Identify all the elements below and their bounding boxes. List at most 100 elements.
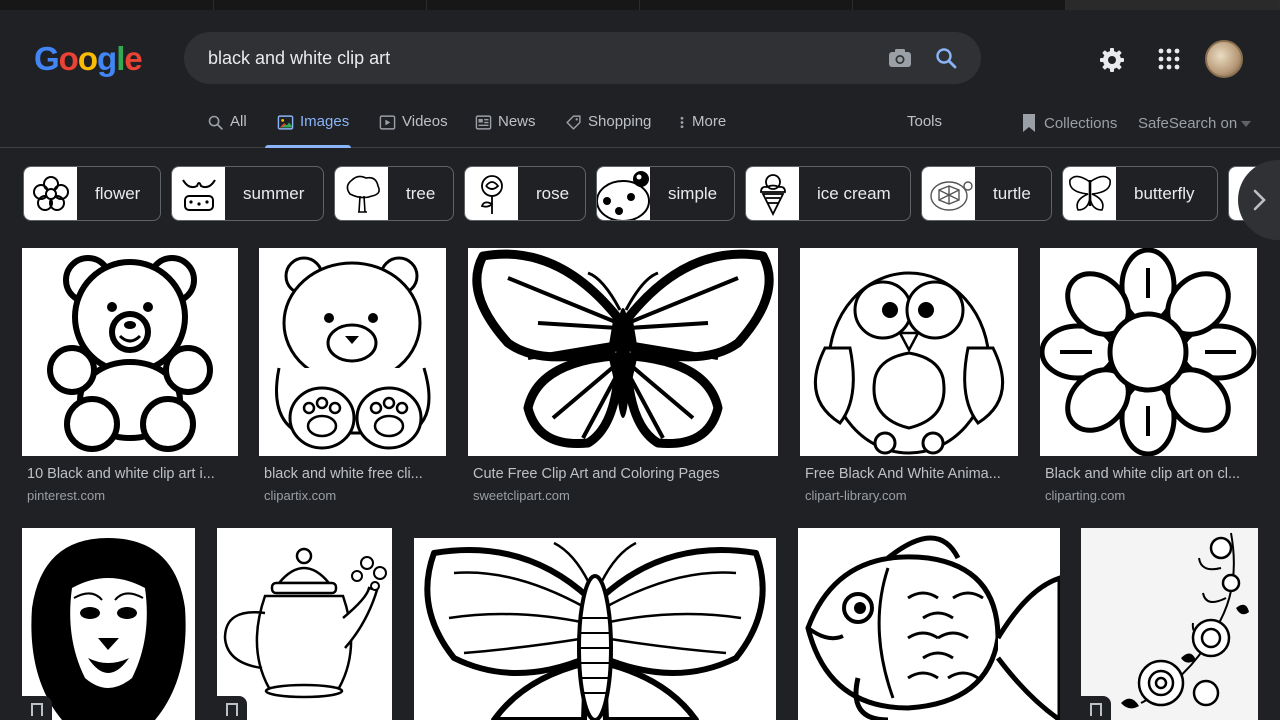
- image-result[interactable]: [1081, 528, 1258, 720]
- chip-label: ice cream: [817, 183, 891, 203]
- news-icon: [475, 115, 492, 130]
- tab-shopping[interactable]: Shopping: [565, 108, 651, 148]
- result-thumbnail[interactable]: [798, 528, 1060, 720]
- swimsuit-icon: [181, 178, 216, 211]
- safesearch-label: SafeSearch on: [1138, 115, 1238, 132]
- google-logo[interactable]: Google: [34, 40, 143, 78]
- tab-all[interactable]: All: [207, 108, 257, 148]
- result-title[interactable]: black and white free cli...: [264, 466, 444, 482]
- tab-label: All: [230, 113, 247, 130]
- chip-label: turtle: [993, 183, 1031, 203]
- result-source[interactable]: clipartix.com: [264, 488, 336, 503]
- result-thumbnail[interactable]: [800, 248, 1018, 456]
- save-badge[interactable]: [1081, 696, 1111, 720]
- browser-tab[interactable]: [214, 0, 427, 10]
- image-result[interactable]: black and white free cli... clipartix.co…: [259, 248, 446, 508]
- chip-thumbnail: [24, 167, 77, 220]
- chip-summer[interactable]: summer: [171, 166, 324, 221]
- image-result[interactable]: [22, 528, 195, 720]
- result-title[interactable]: Cute Free Clip Art and Coloring Pages: [473, 466, 773, 482]
- tab-label: Shopping: [588, 113, 652, 130]
- turtle-icon: [929, 180, 973, 211]
- chip-flower[interactable]: flower: [23, 166, 161, 221]
- image-result[interactable]: [798, 528, 1060, 720]
- browser-tab-active[interactable]: [1066, 0, 1280, 10]
- search-input[interactable]: [208, 32, 848, 84]
- image-result[interactable]: [217, 528, 392, 720]
- result-thumbnail[interactable]: [468, 248, 778, 456]
- logo-letter: g: [97, 40, 117, 77]
- tab-videos[interactable]: Videos: [379, 108, 448, 148]
- chip-ice-cream[interactable]: ice cream: [745, 166, 911, 221]
- safesearch-dropdown[interactable]: SafeSearch on: [1138, 115, 1252, 132]
- result-title[interactable]: Free Black And White Anima...: [805, 466, 1015, 482]
- header: Google All Images Videos News Shopping: [0, 10, 1280, 148]
- browser-tab[interactable]: [427, 0, 640, 10]
- image-result[interactable]: Free Black And White Anima... clipart-li…: [800, 248, 1018, 508]
- owl-image: [813, 271, 1005, 455]
- result-title[interactable]: 10 Black and white clip art i...: [27, 466, 233, 482]
- collections-button[interactable]: Collections: [1020, 113, 1117, 133]
- result-thumbnail[interactable]: [259, 248, 446, 456]
- result-source[interactable]: sweetclipart.com: [473, 488, 570, 503]
- logo-letter: o: [58, 40, 79, 77]
- teddy-bear-image: [47, 255, 213, 452]
- result-source[interactable]: pinterest.com: [27, 488, 105, 503]
- ladybug-icon: [597, 171, 650, 220]
- result-thumbnail[interactable]: [22, 248, 238, 456]
- result-thumbnail[interactable]: [217, 528, 392, 720]
- roses-border-image: [1081, 528, 1258, 720]
- avatar[interactable]: [1205, 40, 1243, 78]
- camera-icon[interactable]: [887, 46, 913, 70]
- save-badge[interactable]: [217, 696, 247, 720]
- chip-thumbnail: [172, 167, 225, 220]
- tab-label: News: [498, 113, 536, 130]
- result-thumbnail[interactable]: [1081, 528, 1258, 720]
- chip-thumbnail: [922, 167, 975, 220]
- result-thumbnail[interactable]: [414, 538, 776, 720]
- chip-label: rose: [536, 183, 570, 203]
- browser-tab-strip: [0, 0, 1280, 10]
- kebab-icon: [680, 116, 684, 129]
- chip-thumbnail: [335, 167, 388, 220]
- browser-tab[interactable]: [640, 0, 853, 10]
- search-icon[interactable]: [934, 46, 958, 70]
- tab-images[interactable]: Images: [265, 108, 351, 148]
- flower-icon: [32, 175, 69, 211]
- butterfly-outline-image: [424, 541, 766, 720]
- result-title[interactable]: Black and white clip art on cl...: [1045, 466, 1255, 482]
- result-thumbnail[interactable]: [22, 528, 195, 720]
- chip-tree[interactable]: tree: [334, 166, 454, 221]
- search-box: [184, 32, 981, 84]
- image-result[interactable]: 10 Black and white clip art i... pintere…: [22, 248, 238, 508]
- chip-simple[interactable]: simple: [596, 166, 735, 221]
- ice-cream-icon: [759, 173, 786, 216]
- image-result[interactable]: Cute Free Clip Art and Coloring Pages sw…: [468, 248, 778, 508]
- collections-label: Collections: [1044, 114, 1118, 132]
- tab-news[interactable]: News: [475, 108, 536, 148]
- chip-thumbnail: [465, 167, 518, 220]
- apps-grid-icon[interactable]: [1157, 47, 1181, 71]
- chip-label: flower: [95, 183, 141, 203]
- image-result[interactable]: [414, 538, 776, 720]
- tab-label: Images: [300, 113, 350, 130]
- tab-label: Videos: [402, 113, 448, 130]
- result-source[interactable]: cliparting.com: [1045, 488, 1125, 503]
- monarch-butterfly-image: [472, 249, 774, 449]
- chip-butterfly[interactable]: butterfly: [1062, 166, 1218, 221]
- chip-rose[interactable]: rose: [464, 166, 586, 221]
- chip-label: butterfly: [1134, 183, 1195, 203]
- result-source[interactable]: clipart-library.com: [805, 488, 907, 503]
- result-thumbnail[interactable]: [1040, 248, 1257, 456]
- image-result[interactable]: Black and white clip art on cl... clipar…: [1040, 248, 1257, 508]
- search-icon: [208, 115, 223, 130]
- gear-icon[interactable]: [1098, 46, 1126, 74]
- browser-tab[interactable]: [0, 0, 214, 10]
- chip-turtle[interactable]: turtle: [921, 166, 1052, 221]
- save-badge[interactable]: [22, 696, 52, 720]
- rose-icon: [480, 174, 503, 214]
- browser-tab[interactable]: [853, 0, 1066, 10]
- tab-more[interactable]: More: [678, 108, 726, 148]
- logo-letter: l: [116, 40, 125, 77]
- tools-button[interactable]: Tools: [907, 113, 942, 130]
